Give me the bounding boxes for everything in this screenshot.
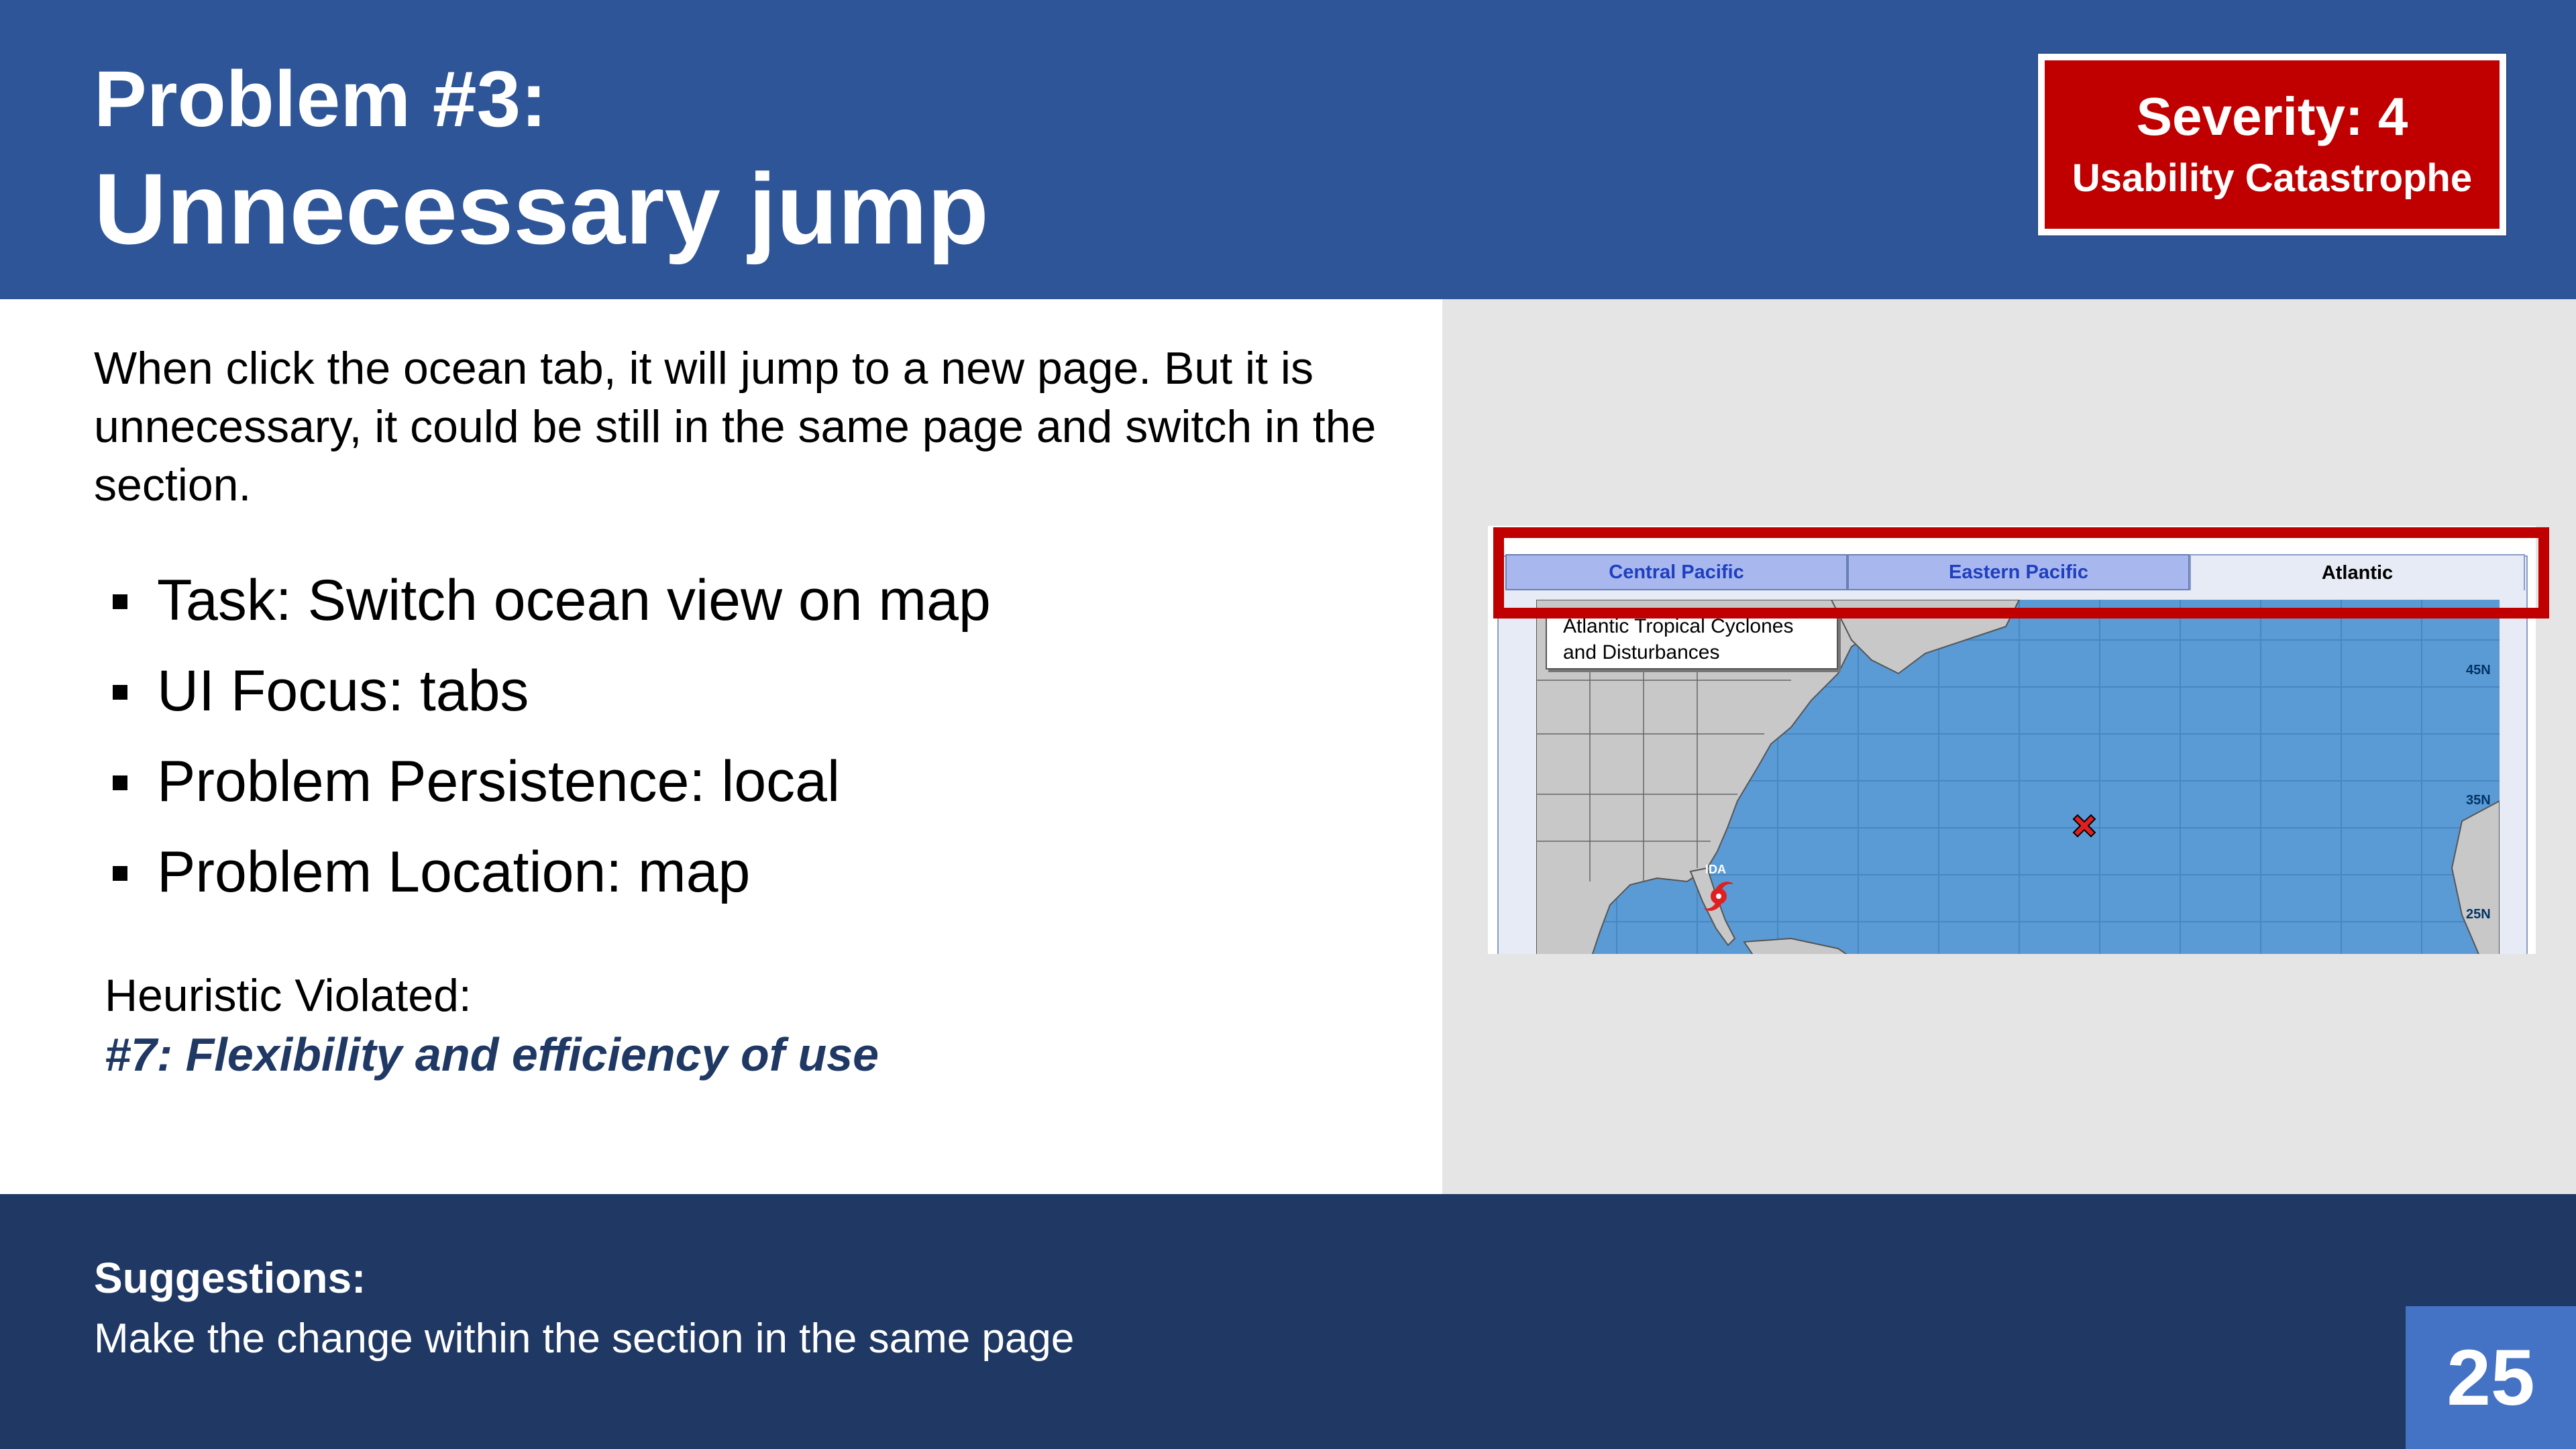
severity-sub-label: Usability Catastrophe [2072,156,2473,200]
problem-number-title: Problem #3: [94,55,547,144]
severity-label: Severity: 4 [2136,86,2408,146]
problem-description: When click the ocean tab, it will jump t… [94,343,1377,511]
storm-name-label: IDA [1705,863,1726,876]
heuristic-value: #7: Flexibility and efficiency of use [105,1028,879,1081]
bullet-ui-focus: UI Focus: tabs [107,646,991,737]
map-title-line2: and Disturbances [1563,641,1720,663]
problem-details-list: Task: Switch ocean view on map UI Focus:… [107,555,991,918]
bullet-location: Problem Location: map [107,827,991,918]
bullet-square-icon [113,775,127,790]
latitude-label-35n: 35N [2466,793,2491,808]
page-number: 25 [2406,1306,2576,1449]
heuristic-label: Heuristic Violated: [105,970,472,1021]
tabs-highlight-box [1493,527,2549,619]
bullet-persistence: Problem Persistence: local [107,737,991,827]
suggestions-text: Make the change within the section in th… [94,1316,1075,1362]
bullet-text: Problem Persistence: local [157,749,841,814]
latitude-label-45n: 45N [2466,663,2491,678]
bullet-text: Task: Switch ocean view on map [157,568,991,633]
bullet-text: Problem Location: map [157,840,751,904]
suggestions-title: Suggestions: [94,1254,366,1302]
bullet-square-icon [113,685,127,700]
latitude-label-25n: 25N [2466,907,2491,922]
bullet-square-icon [113,594,127,609]
bullet-task: Task: Switch ocean view on map [107,555,991,646]
bullet-text: UI Focus: tabs [157,659,529,723]
problem-title: Unnecessary jump [94,152,989,265]
bullet-square-icon [113,866,127,881]
severity-badge: Severity: 4 Usability Catastrophe [2037,53,2507,236]
